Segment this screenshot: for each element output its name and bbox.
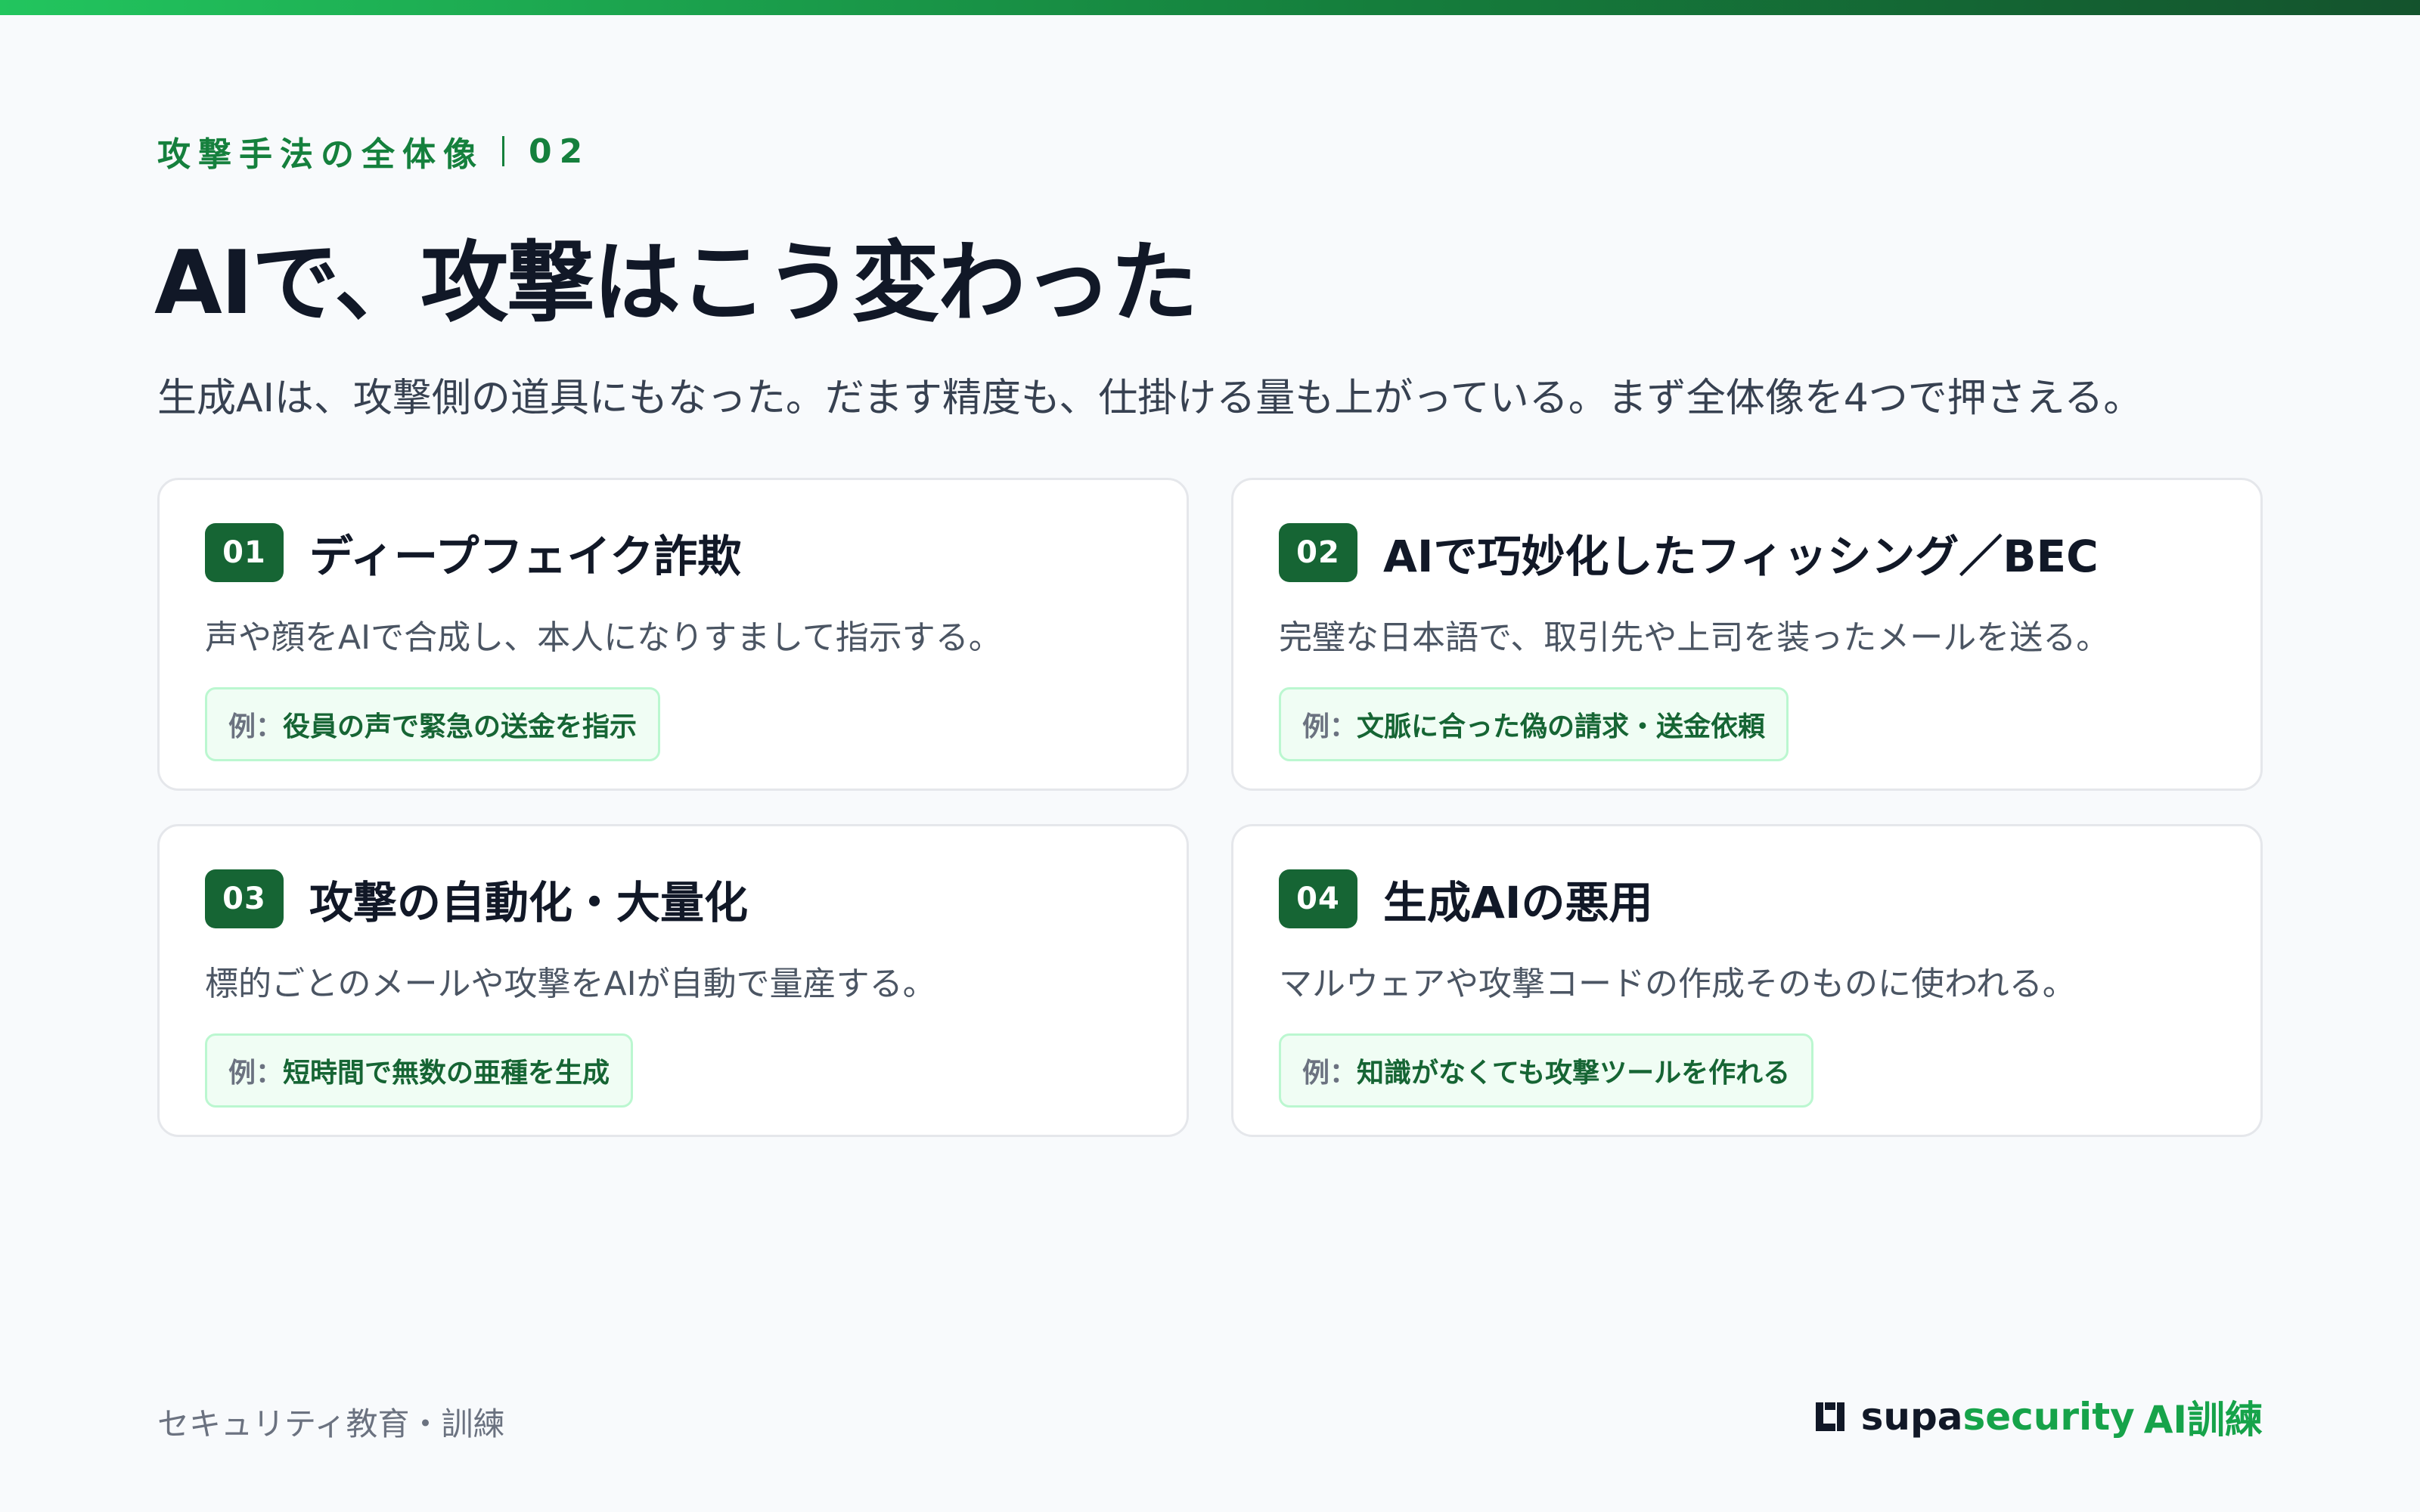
example-text: 文脈に合った偽の請求・送金依頼 [1357,711,1766,742]
attack-card-automation: 03 攻撃の自動化・大量化 標的ごとのメールや攻撃をAIが自動で量産する。 例：… [157,824,1189,1137]
example-prefix: 例： [228,711,284,742]
example-text: 知識がなくても攻撃ツールを作れる [1357,1058,1791,1089]
card-title: ディープフェイク詐欺 [309,531,742,582]
example-prefix: 例： [1302,711,1357,742]
example-text: 短時間で無数の亜種を生成 [283,1058,610,1089]
eyebrow-number: 02 [529,132,591,171]
brand-name-part1: supa [1860,1395,1963,1439]
attack-card-deepfake: 01 ディープフェイク詐欺 声や顔をAIで合成し、本人になりすまして指示する。 … [157,478,1189,791]
card-number-badge: 03 [205,869,284,928]
card-number-badge: 04 [1279,869,1357,928]
example-text: 役員の声で緊急の送金を指示 [283,711,638,742]
card-title: AIで巧妙化したフィッシング／BEC [1383,531,2099,582]
footer-caption: セキュリティ教育・訓練 [157,1405,505,1442]
attack-card-grid: 01 ディープフェイク詐欺 声や顔をAIで合成し、本人になりすまして指示する。 … [157,478,2263,1137]
card-description: 声や顔をAIで合成し、本人になりすまして指示する。 [205,618,1002,657]
card-description: 完璧な日本語で、取引先や上司を装ったメールを送る。 [1279,618,2110,657]
top-accent-bar [0,0,2420,15]
brand-name-part3: AI訓練 [2143,1398,2263,1442]
card-description: マルウェアや攻撃コードの作成そのものに使われる。 [1279,965,2076,1003]
example-prefix: 例： [228,1058,284,1089]
lead-text: 生成AIは、攻撃側の道具にもなった。だます精度も、仕掛ける量も上がっている。まず… [157,376,2143,421]
card-example-tag: 例：知識がなくても攻撃ツールを作れる [1279,1033,1814,1108]
eyebrow-separator [502,136,504,166]
example-prefix: 例： [1302,1058,1357,1089]
card-number-badge: 01 [205,523,284,582]
card-title: 生成AIの悪用 [1383,877,1653,928]
card-title: 攻撃の自動化・大量化 [309,877,749,928]
section-eyebrow: 攻撃手法の全体像 02 [157,127,590,175]
eyebrow-label: 攻撃手法の全体像 [157,135,484,174]
brand-name-part2: security [1962,1395,2135,1439]
attack-card-genai-abuse: 04 生成AIの悪用 マルウェアや攻撃コードの作成そのものに使われる。 例：知識… [1231,824,2263,1137]
card-number-badge: 02 [1279,523,1357,582]
page-title: AIで、攻撃はこう変わった [154,232,1198,334]
card-example-tag: 例：文脈に合った偽の請求・送金依頼 [1279,687,1789,761]
bracket-square-icon [1815,1402,1844,1431]
card-example-tag: 例：役員の声で緊急の送金を指示 [205,687,661,761]
card-example-tag: 例：短時間で無数の亜種を生成 [205,1033,634,1108]
brand-logo: supa security AI訓練 [1813,1390,2263,1444]
card-description: 標的ごとのメールや攻撃をAIが自動で量産する。 [205,965,936,1003]
attack-card-phishing: 02 AIで巧妙化したフィッシング／BEC 完璧な日本語で、取引先や上司を装った… [1231,478,2263,791]
